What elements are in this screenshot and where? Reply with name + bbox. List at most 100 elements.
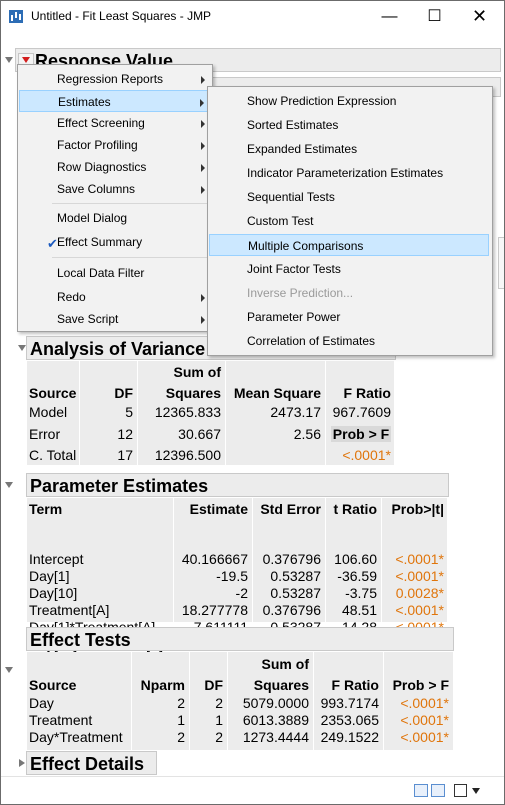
term-name: Day[1] (29, 568, 70, 584)
table-cell: 106.60 (334, 551, 377, 567)
effect-details-outline-header[interactable]: Effect Details (26, 751, 157, 775)
table-cell: Day*Treatment (29, 729, 123, 745)
p-value: <.0001* (400, 729, 449, 745)
window-title: Untitled - Fit Least Squares - JMP (31, 9, 212, 23)
effect-tests-title: Effect Tests (30, 630, 131, 650)
table-cell: 2.56 (293, 426, 321, 442)
p-value: <.0001* (395, 602, 444, 618)
menu-item-label: Show Prediction Expression (247, 94, 397, 108)
chevron-down-icon[interactable] (472, 788, 480, 794)
table-cell: 1 (215, 712, 223, 728)
col-header: Prob>|t| (391, 501, 444, 517)
menu-item-label: Sorted Estimates (247, 118, 339, 132)
table-cell: -2 (235, 585, 248, 601)
jmp-app-icon (9, 10, 23, 23)
table-icon[interactable] (431, 784, 445, 797)
effect-details-title: Effect Details (30, 754, 145, 774)
menu-item-label: Redo (57, 290, 86, 304)
param-est-title: Parameter Estimates (30, 476, 209, 496)
table-cell: 2 (177, 695, 185, 711)
maximize-button[interactable]: ☐ (412, 1, 457, 32)
menu-item-label: Inverse Prediction... (247, 286, 354, 300)
menu-item-indicator-parameterization-estimates[interactable]: Indicator Parameterization Estimates (209, 162, 491, 184)
effect-tests-outline-header[interactable]: Effect Tests (26, 627, 454, 651)
menu-item-sorted-estimates[interactable]: Sorted Estimates (209, 114, 491, 136)
p-value: <.0001* (400, 695, 449, 711)
expand-icon[interactable] (19, 759, 25, 767)
table-cell: -19.5 (216, 568, 248, 584)
submenu-arrow-icon (201, 186, 205, 194)
table-cell: 2353.065 (320, 712, 379, 728)
menu-item-save-columns[interactable]: Save Columns (19, 178, 211, 200)
submenu-arrow-icon (200, 99, 204, 107)
col-header: Nparm (140, 677, 185, 693)
menu-item-label: Factor Profiling (57, 138, 138, 152)
collapse-icon[interactable] (5, 667, 13, 673)
table-cell: Model (29, 404, 68, 420)
table-cell: 2 (215, 729, 223, 745)
menu-item-row-diagnostics[interactable]: Row Diagnostics (19, 156, 211, 178)
checkmark-icon: ✔ (47, 236, 58, 251)
context-menu: Regression Reports Estimates Effect Scre… (17, 64, 213, 332)
menu-item-label: Parameter Power (247, 310, 341, 324)
menu-item-label: Indicator Parameterization Estimates (247, 166, 444, 180)
p-value: <.0001* (400, 712, 449, 728)
menu-item-joint-factor-tests[interactable]: Joint Factor Tests (209, 258, 491, 280)
menu-item-inverse-prediction: Inverse Prediction... (209, 282, 491, 304)
close-button[interactable]: ✕ (457, 1, 502, 32)
menu-item-estimates[interactable]: Estimates (19, 90, 211, 112)
menu-item-label: Effect Summary (57, 235, 143, 249)
menu-item-expanded-estimates[interactable]: Expanded Estimates (209, 138, 491, 160)
submenu-arrow-icon (201, 76, 205, 84)
window-list-icon[interactable] (454, 784, 467, 797)
menu-item-label: Model Dialog (57, 211, 128, 225)
menu-item-custom-test[interactable]: Custom Test (209, 210, 491, 232)
menu-item-regression-reports[interactable]: Regression Reports (19, 68, 211, 90)
col-header: Sum of (261, 656, 309, 672)
menu-item-effect-summary[interactable]: ✔ Effect Summary (19, 231, 211, 253)
menu-item-label: Save Script (57, 312, 119, 326)
submenu-arrow-icon (201, 120, 205, 128)
table-cell: 0.376796 (262, 602, 321, 618)
table-cell: 2473.17 (270, 404, 321, 420)
menu-item-effect-screening[interactable]: Effect Screening (19, 112, 211, 134)
table-cell: 993.7174 (320, 695, 379, 711)
menu-item-multiple-comparisons[interactable]: Multiple Comparisons (209, 234, 489, 256)
menu-item-redo[interactable]: Redo (19, 286, 211, 308)
menu-item-parameter-power[interactable]: Parameter Power (209, 306, 491, 328)
p-value: <.0001* (342, 447, 391, 463)
col-header: Estimate (189, 501, 248, 517)
table-cell: 5 (125, 404, 133, 420)
param-est-outline-header[interactable]: Parameter Estimates (26, 473, 449, 497)
menu-item-label: Regression Reports (57, 72, 164, 86)
collapse-icon[interactable] (5, 482, 13, 488)
menu-item-correlation-of-estimates[interactable]: Correlation of Estimates (209, 330, 491, 352)
menu-item-label: Correlation of Estimates (247, 334, 376, 348)
table-cell: 5079.0000 (242, 695, 309, 711)
table-cell: 1 (177, 712, 185, 728)
table-cell: 0.53287 (270, 568, 321, 584)
menu-item-model-dialog[interactable]: Model Dialog (19, 207, 211, 229)
menu-item-save-script[interactable]: Save Script (19, 308, 211, 330)
col-header: F Ratio (331, 677, 379, 693)
menu-item-label: Multiple Comparisons (248, 239, 364, 253)
menu-item-label: Joint Factor Tests (247, 262, 341, 276)
menu-item-show-prediction-expression[interactable]: Show Prediction Expression (209, 90, 491, 112)
collapse-icon[interactable] (5, 57, 13, 63)
menu-item-sequential-tests[interactable]: Sequential Tests (209, 186, 491, 208)
home-icon[interactable] (414, 784, 428, 797)
menu-item-label: Custom Test (247, 214, 314, 228)
table-cell: 12 (117, 426, 133, 442)
table-cell: 6013.3889 (242, 712, 309, 728)
menu-separator (52, 203, 208, 204)
menu-separator (52, 257, 208, 258)
menu-item-local-data-filter[interactable]: Local Data Filter (19, 262, 211, 284)
submenu-arrow-icon (201, 142, 205, 150)
col-header: Mean Square (233, 385, 321, 401)
collapse-icon[interactable] (18, 345, 26, 351)
table-cell: 17 (117, 447, 133, 463)
minimize-button[interactable]: — (367, 1, 412, 32)
menu-item-factor-profiling[interactable]: Factor Profiling (19, 134, 211, 156)
table-cell: 249.1522 (320, 729, 379, 745)
menu-item-label: Expanded Estimates (247, 142, 358, 156)
